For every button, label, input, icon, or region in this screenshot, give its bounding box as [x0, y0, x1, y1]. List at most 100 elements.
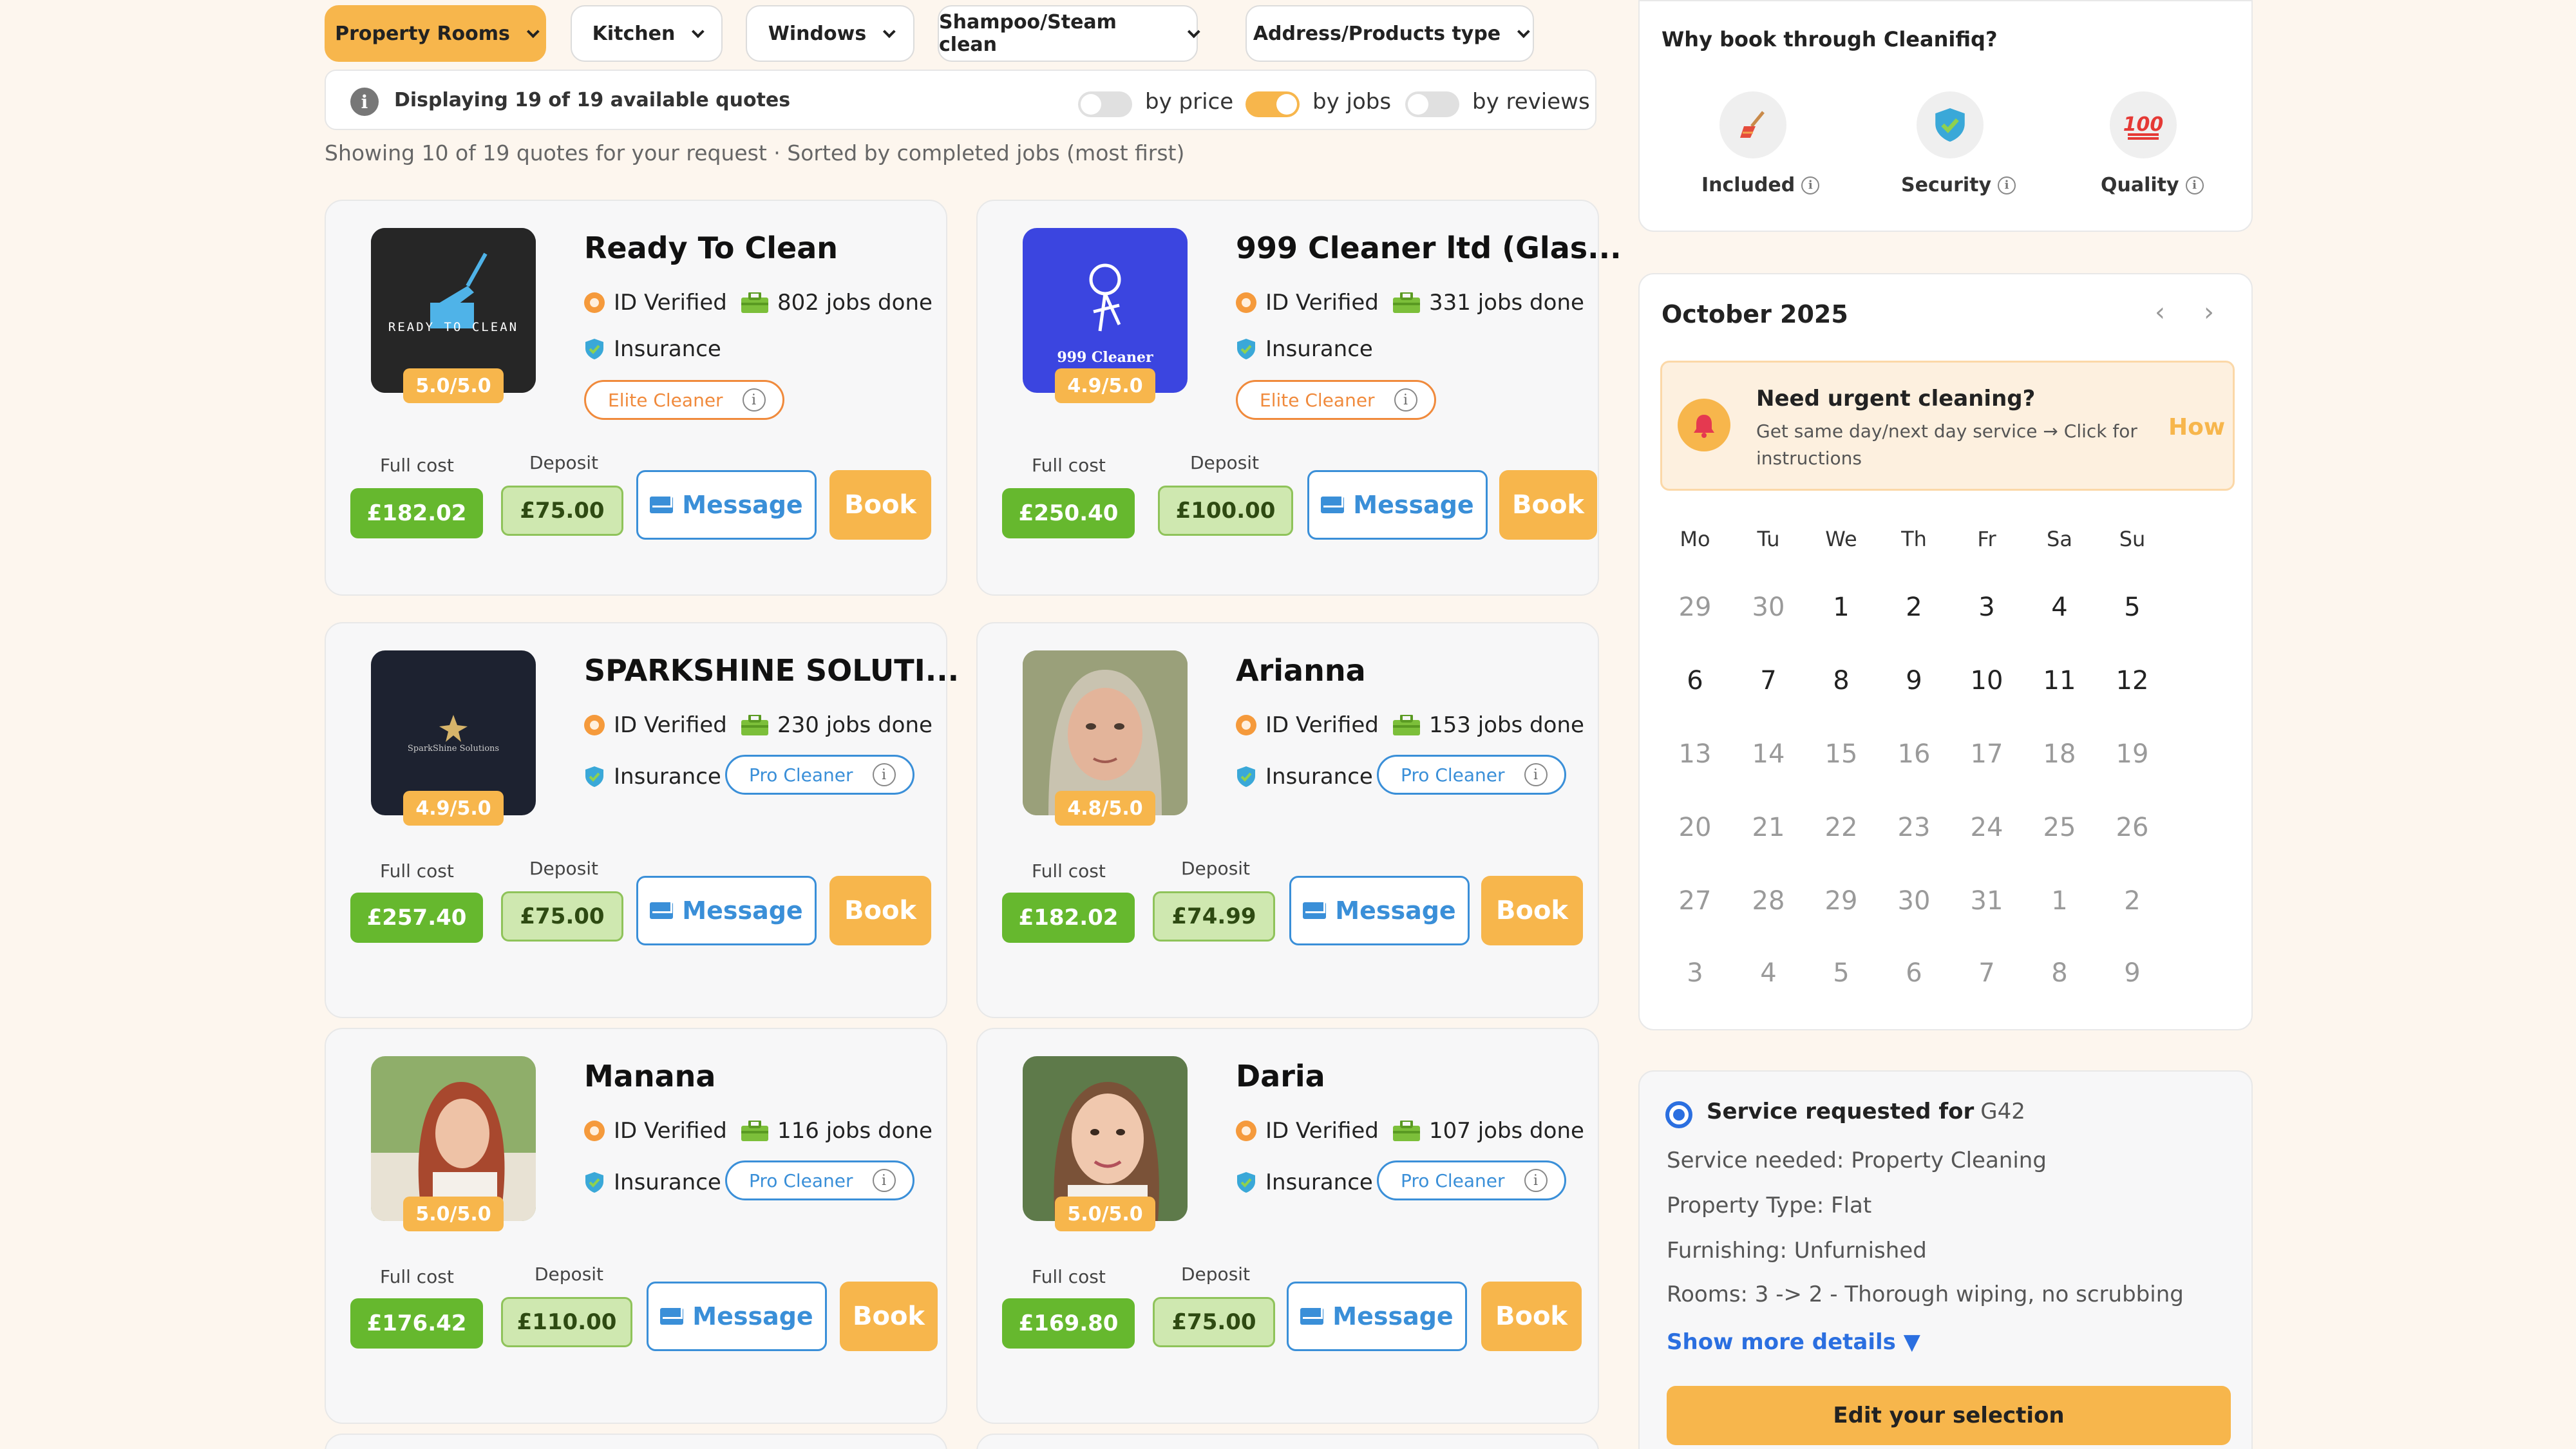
calendar-day[interactable]: 26 [2107, 813, 2158, 842]
cleaner-name[interactable]: 999 Cleaner ltd (Glas... [1236, 231, 1622, 265]
calendar-prev-button[interactable]: ‹ [2155, 298, 2165, 327]
insurance-label: Insurance [1265, 764, 1373, 790]
calendar-day[interactable]: 6 [1669, 666, 1721, 696]
cleaner-name[interactable]: SPARKSHINE SOLUTI... [584, 653, 959, 688]
calendar-day[interactable]: 24 [1961, 813, 2012, 842]
calendar-day[interactable]: 14 [1743, 739, 1794, 769]
why-quality[interactable]: Quality i [2101, 174, 2204, 196]
message-button[interactable]: Message [636, 876, 817, 945]
tier-badge-elite[interactable]: Elite Cleaner i [1236, 380, 1436, 420]
book-button[interactable]: Book [829, 470, 931, 540]
calendar-day: 7 [1978, 958, 1995, 988]
filter-kitchen[interactable]: Kitchen [571, 5, 723, 62]
sort-price-toggle[interactable] [1078, 91, 1132, 117]
filter-address-products[interactable]: Address/Products type [1245, 5, 1534, 62]
filter-windows[interactable]: Windows [746, 5, 914, 62]
calendar-day[interactable]: 4 [2034, 592, 2085, 622]
info-icon[interactable]: i [742, 388, 766, 412]
info-icon[interactable]: i [872, 1169, 896, 1192]
message-button[interactable]: Message [636, 470, 817, 540]
info-icon[interactable]: i [1394, 388, 1417, 412]
book-button[interactable]: Book [840, 1282, 938, 1351]
calendar-day[interactable]: 31 [1961, 886, 2012, 916]
calendar-day[interactable]: 11 [2034, 666, 2085, 696]
full-cost-label: Full cost [380, 1266, 454, 1287]
show-more-details-link[interactable]: Show more details ▼ [1667, 1329, 1920, 1355]
tier-badge-pro[interactable]: Pro Cleaner i [1377, 1160, 1566, 1200]
edit-selection-button[interactable]: Edit your selection [1667, 1386, 2231, 1445]
urgent-cleaning-banner[interactable]: Need urgent cleaning? Get same day/next … [1660, 361, 2235, 491]
service-radio[interactable] [1665, 1101, 1692, 1128]
id-verified-icon [584, 1121, 605, 1141]
filter-property-rooms[interactable]: Property Rooms [325, 5, 546, 62]
message-button[interactable]: Message [1287, 1282, 1467, 1351]
info-icon[interactable]: i [1998, 176, 2016, 194]
tier-badge-elite[interactable]: Elite Cleaner i [584, 380, 784, 420]
message-button[interactable]: Message [1289, 876, 1470, 945]
calendar-day[interactable]: 9 [1888, 666, 1940, 696]
sort-reviews-toggle[interactable] [1405, 91, 1459, 117]
calendar-day[interactable]: 22 [1815, 813, 1867, 842]
calendar-next-button[interactable]: › [2204, 298, 2214, 327]
id-verified: ID Verified [1236, 712, 1379, 738]
book-button[interactable]: Book [1481, 1282, 1582, 1351]
insurance: Insurance [1236, 764, 1373, 790]
urgent-how-link[interactable]: How [2168, 414, 2225, 440]
cleaner-name[interactable]: Arianna [1236, 653, 1366, 688]
tier-badge-pro[interactable]: Pro Cleaner i [725, 755, 914, 795]
calendar-day[interactable]: 27 [1669, 886, 1721, 916]
calendar-day[interactable]: 29 [1815, 886, 1867, 916]
message-button[interactable]: Message [647, 1282, 827, 1351]
calendar-day[interactable]: 21 [1743, 813, 1794, 842]
jobs-done: 107 jobs done [1393, 1118, 1584, 1144]
calendar-day[interactable]: 18 [2034, 739, 2085, 769]
message-button[interactable]: Message [1307, 470, 1488, 540]
info-icon[interactable]: i [1801, 176, 1820, 194]
why-included[interactable]: Included i [1701, 174, 1820, 196]
calendar-day[interactable]: 20 [1669, 813, 1721, 842]
calendar-day[interactable]: 8 [1815, 666, 1867, 696]
info-icon[interactable]: i [2185, 176, 2204, 194]
cleaner-name[interactable]: Ready To Clean [584, 231, 838, 265]
calendar-day[interactable]: 2 [1888, 592, 1940, 622]
cleaner-name[interactable]: Manana [584, 1059, 715, 1094]
insurance-label: Insurance [614, 764, 721, 790]
info-icon[interactable]: i [1524, 763, 1548, 786]
info-icon[interactable]: i [1524, 1169, 1548, 1192]
cleaner-name[interactable]: Daria [1236, 1059, 1325, 1094]
message-label: Message [1353, 491, 1474, 519]
why-security[interactable]: Security i [1901, 174, 2016, 196]
tier-badge-pro[interactable]: Pro Cleaner i [1377, 755, 1566, 795]
calendar-day[interactable]: 30 [1888, 886, 1940, 916]
urgent-title: Need urgent cleaning? [1756, 386, 2036, 412]
insurance: Insurance [584, 764, 721, 790]
calendar-day[interactable]: 10 [1961, 666, 2012, 696]
tier-badge-pro[interactable]: Pro Cleaner i [725, 1160, 914, 1200]
calendar-day[interactable]: 25 [2034, 813, 2085, 842]
filter-shampoo-steam[interactable]: Shampoo/Steam clean [938, 5, 1200, 62]
deposit-value: £100.00 [1158, 486, 1293, 536]
calendar-day[interactable]: 15 [1815, 739, 1867, 769]
book-button[interactable]: Book [1499, 470, 1597, 540]
calendar-day[interactable]: 12 [2107, 666, 2158, 696]
sort-jobs-toggle[interactable] [1245, 91, 1300, 117]
tier-label: Pro Cleaner [1401, 1170, 1505, 1191]
rating-badge: 5.0/5.0 [403, 368, 504, 403]
calendar-day[interactable]: 1 [1815, 592, 1867, 622]
full-cost-value: £257.40 [350, 893, 483, 943]
weekday-label: Fr [1977, 527, 1996, 551]
info-icon[interactable]: i [872, 763, 896, 786]
calendar-day[interactable]: 19 [2107, 739, 2158, 769]
book-button[interactable]: Book [1481, 876, 1583, 945]
calendar-day[interactable]: 13 [1669, 739, 1721, 769]
book-button[interactable]: Book [829, 876, 931, 945]
calendar-day[interactable]: 28 [1743, 886, 1794, 916]
calendar-day[interactable]: 23 [1888, 813, 1940, 842]
calendar-day[interactable]: 16 [1888, 739, 1940, 769]
calendar-day[interactable]: 7 [1743, 666, 1794, 696]
calendar-day[interactable]: 5 [2107, 592, 2158, 622]
service-detail: Rooms: 3 -> 2 - Thorough wiping, no scru… [1667, 1282, 2184, 1307]
broom-icon [1719, 91, 1786, 158]
calendar-day[interactable]: 17 [1961, 739, 2012, 769]
calendar-day[interactable]: 3 [1961, 592, 2012, 622]
